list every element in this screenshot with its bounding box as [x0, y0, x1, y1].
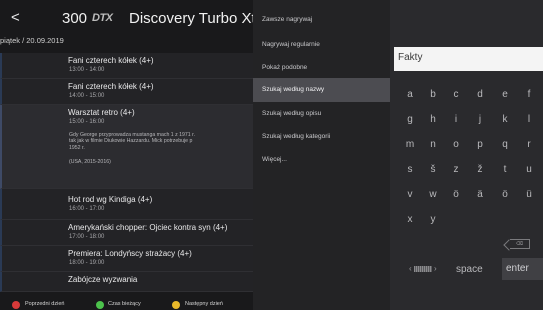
chevron-right-icon: ›	[434, 264, 437, 273]
menu-item-label: Szukaj według opisu	[262, 110, 322, 117]
enter-key[interactable]: enter	[502, 258, 543, 280]
key[interactable]: e	[497, 89, 513, 100]
program-row[interactable]: Zabójcze wyzwania	[0, 272, 253, 292]
key[interactable]: n	[425, 139, 441, 150]
key[interactable]: c	[448, 89, 464, 100]
program-title: Hot rod wg Kindiga (4+)	[68, 195, 153, 204]
program-row[interactable]: Amerykański chopper: Ojciec kontra syn (…	[0, 220, 253, 246]
key[interactable]: g	[402, 114, 418, 125]
key[interactable]: q	[497, 139, 513, 150]
channel-number: 300	[62, 10, 88, 27]
key[interactable]: i	[448, 114, 464, 125]
menu-item-search-by-name[interactable]: Szukaj według nazwy	[253, 78, 390, 102]
menu-item-label: Nagrywaj regularnie	[262, 41, 320, 48]
search-input[interactable]: Fakty	[394, 47, 543, 71]
key[interactable]: j	[472, 114, 488, 125]
date-label: piątek / 20.09.2019	[0, 36, 64, 45]
key[interactable]: y	[425, 214, 441, 225]
program-row-expanded[interactable]: Warsztat retro (4+) 15:00 - 16:00 Gdy Ge…	[0, 105, 253, 189]
key[interactable]: a	[402, 89, 418, 100]
red-dot-icon	[12, 301, 20, 309]
key[interactable]: b	[425, 89, 441, 100]
key[interactable]: h	[425, 114, 441, 125]
program-title: Zabójcze wyzwania	[68, 275, 138, 284]
onscreen-keyboard: Fakty abcdefghijklmnopqrsšzžtuvwöäöüxy ⌫…	[390, 0, 543, 310]
channel-name: Discovery Turbo Xtr	[129, 10, 253, 27]
key[interactable]: v	[402, 189, 418, 200]
key[interactable]: r	[521, 139, 537, 150]
menu-item-label: Szukaj według kategorii	[262, 133, 331, 140]
key[interactable]: ž	[472, 164, 488, 175]
menu-item-label: Zawsze nagrywaj	[262, 16, 313, 23]
program-time: 16:00 - 17:00	[69, 206, 105, 212]
chevron-left-icon: ‹	[409, 264, 412, 273]
menu-item-show-similar[interactable]: Pokaż podobne	[253, 56, 390, 80]
space-key[interactable]: space	[456, 264, 483, 275]
context-menu: Zawsze nagrywaj Nagrywaj regularnie Poka…	[253, 0, 390, 310]
color-legend: Poprzedni dzień Czas bieżący Następny dz…	[0, 300, 253, 310]
cursor-move-key[interactable]: ‹ ›	[409, 263, 439, 275]
channel-header: < 300 DTX Discovery Turbo Xtr	[0, 0, 253, 36]
program-list: Fani czterech kółek (4+) 13:00 - 14:00 F…	[0, 53, 253, 292]
menu-item-record-regularly[interactable]: Nagrywaj regularnie	[253, 33, 390, 57]
program-row[interactable]: Fani czterech kółek (4+) 14:00 - 15:00	[0, 79, 253, 105]
key[interactable]: ü	[521, 189, 537, 200]
key[interactable]: ä	[472, 189, 488, 200]
menu-item-more[interactable]: Więcej...	[253, 148, 390, 172]
yellow-dot-icon	[172, 301, 180, 309]
key[interactable]: p	[472, 139, 488, 150]
channel-logo: DTX	[92, 12, 113, 24]
program-description: Gdy George przyprowadza mustanga mach 1 …	[69, 132, 196, 151]
key[interactable]: k	[497, 114, 513, 125]
program-time: 13:00 - 14:00	[69, 67, 105, 73]
legend-label-next-day: Następny dzień	[185, 301, 223, 307]
key[interactable]: w	[425, 189, 441, 200]
legend-label-current-time: Czas bieżący	[108, 301, 141, 307]
key[interactable]: m	[402, 139, 418, 150]
program-row[interactable]: Hot rod wg Kindiga (4+) 16:00 - 17:00	[0, 189, 253, 220]
key[interactable]: o	[448, 139, 464, 150]
menu-item-search-by-category[interactable]: Szukaj według kategorii	[253, 125, 390, 149]
menu-item-label: Pokaż podobne	[262, 64, 308, 71]
program-time: 18:00 - 19:00	[69, 260, 105, 266]
program-title: Premiera: Londyńscy strażacy (4+)	[68, 249, 192, 258]
program-title: Fani czterech kółek (4+)	[68, 82, 154, 91]
program-row[interactable]: Premiera: Londyńscy strażacy (4+) 18:00 …	[0, 246, 253, 272]
program-time: 14:00 - 15:00	[69, 93, 105, 99]
program-title: Warsztat retro (4+)	[68, 108, 135, 117]
key[interactable]: d	[472, 89, 488, 100]
epg-panel: < 300 DTX Discovery Turbo Xtr piątek / 2…	[0, 0, 253, 310]
backspace-key[interactable]: ⌫	[510, 239, 530, 249]
key[interactable]: x	[402, 214, 418, 225]
key[interactable]: t	[497, 164, 513, 175]
legend-label-previous-day: Poprzedni dzień	[25, 301, 65, 307]
program-title: Amerykański chopper: Ojciec kontra syn (…	[68, 223, 228, 232]
program-row[interactable]: Fani czterech kółek (4+) 13:00 - 14:00	[0, 53, 253, 79]
key[interactable]: ö	[497, 189, 513, 200]
program-meta: (USA, 2015-2016)	[69, 159, 111, 165]
key[interactable]: l	[521, 114, 537, 125]
key[interactable]: f	[521, 89, 537, 100]
green-dot-icon	[96, 301, 104, 309]
key[interactable]: s	[402, 164, 418, 175]
key[interactable]: u	[521, 164, 537, 175]
key[interactable]: z	[448, 164, 464, 175]
program-time: 15:00 - 16:00	[69, 119, 105, 125]
menu-item-label: Szukaj według nazwy	[262, 86, 325, 93]
key[interactable]: ö	[448, 189, 464, 200]
cursor-bar-icon	[414, 266, 432, 272]
key[interactable]: š	[425, 164, 441, 175]
program-time: 17:00 - 18:00	[69, 234, 105, 240]
menu-item-search-by-description[interactable]: Szukaj według opisu	[253, 102, 390, 126]
back-arrow-icon[interactable]: <	[11, 9, 20, 26]
menu-item-always-record[interactable]: Zawsze nagrywaj	[253, 8, 390, 32]
menu-item-label: Więcej...	[262, 156, 287, 163]
backspace-icon: ⌫	[515, 241, 524, 247]
program-title: Fani czterech kółek (4+)	[68, 56, 154, 65]
